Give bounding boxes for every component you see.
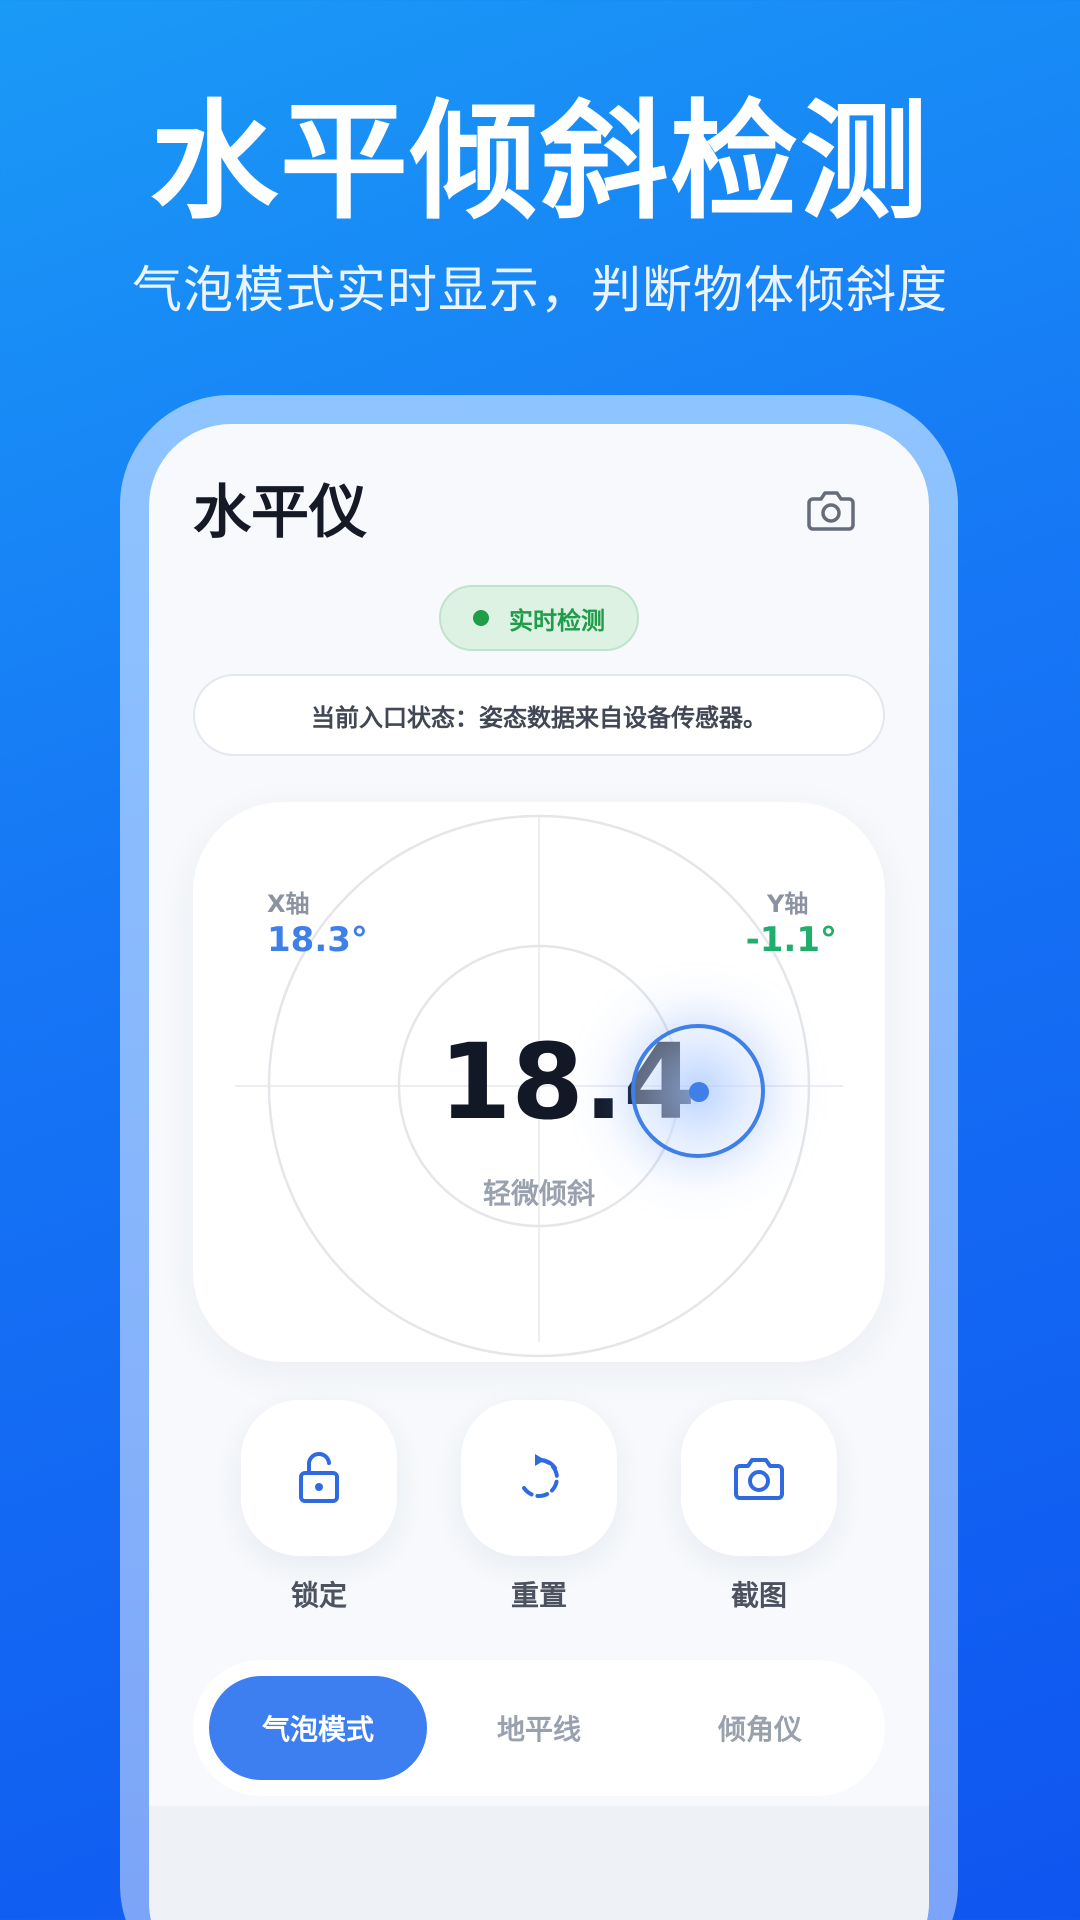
reset-label: 重置 xyxy=(510,1579,567,1612)
y-axis-label: Y轴 xyxy=(767,890,809,918)
x-axis-label: X轴 xyxy=(267,890,310,918)
bubble-level-card: X轴 18.3° Y轴 -1.1° 18.4 轻微倾斜 xyxy=(193,802,885,1362)
lock-icon xyxy=(299,1452,339,1503)
tab-bubble-mode[interactable]: 气泡模式 xyxy=(209,1676,427,1780)
info-message: 当前入口状态：姿态数据来自设备传感器。 xyxy=(193,674,885,756)
status-badge-label: 实时检测 xyxy=(509,606,605,635)
y-axis-value: -1.1° xyxy=(745,920,837,960)
lock-label: 锁定 xyxy=(290,1579,347,1612)
page-title: 水平仪 xyxy=(193,478,368,546)
status-dot xyxy=(473,610,489,626)
bottom-area xyxy=(149,1806,929,1920)
camera-icon xyxy=(734,1458,784,1500)
tab-inclinometer[interactable]: 倾角仪 xyxy=(651,1676,869,1780)
screenshot-label: 截图 xyxy=(730,1579,787,1612)
x-axis-value: 18.3° xyxy=(267,920,368,960)
lock-button[interactable] xyxy=(241,1400,397,1556)
level-bubble xyxy=(631,1024,765,1158)
screenshot-button[interactable] xyxy=(681,1400,837,1556)
reset-icon xyxy=(520,1454,559,1498)
mode-switcher: 气泡模式 地平线 倾角仪 xyxy=(193,1660,885,1796)
hero-subtitle: 气泡模式实时显示，判断物体倾斜度 xyxy=(132,261,948,319)
reset-button[interactable] xyxy=(461,1400,617,1556)
phone-screen: 水平仪 实时检测 当前入口状态：姿态数据来自设备传感器。 X轴 18.3° Y轴… xyxy=(149,424,929,1920)
tab-horizon[interactable]: 地平线 xyxy=(430,1676,648,1780)
hero-title: 水平倾斜检测 xyxy=(149,88,930,237)
tilt-angle: 18.4 xyxy=(439,1021,696,1143)
tilt-status: 轻微倾斜 xyxy=(482,1177,595,1210)
bubble-center-dot xyxy=(689,1082,709,1102)
status-badge: 实时检测 xyxy=(439,585,639,651)
camera-icon[interactable] xyxy=(803,482,859,538)
